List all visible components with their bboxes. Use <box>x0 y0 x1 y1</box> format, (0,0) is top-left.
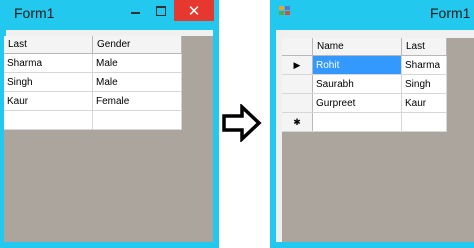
grid-cell[interactable] <box>4 110 93 130</box>
column-header-gender[interactable]: Gender <box>92 36 182 54</box>
form-client-area: Last Gender Sharma Male Singh Male Kaur … <box>4 30 213 242</box>
close-icon[interactable]: ✕ <box>174 0 214 21</box>
form-app-icon <box>279 6 291 16</box>
grid-cell[interactable]: Sharma <box>401 55 447 75</box>
header-row: Last Gender <box>4 36 182 54</box>
right-arrow-icon <box>222 104 262 142</box>
grid-cell[interactable] <box>92 110 182 130</box>
window-title: Form1 <box>430 5 471 21</box>
grid-cell[interactable] <box>401 112 447 132</box>
title-bar[interactable]: Form1 ✕ <box>0 0 219 26</box>
table-row[interactable]: ▶ Rohit Sharma <box>282 55 447 75</box>
table-row[interactable]: Kaur Female <box>4 91 182 111</box>
new-row[interactable]: ✱ <box>282 112 447 132</box>
grid-cell[interactable]: Male <box>92 53 182 73</box>
grid-cell-selected[interactable]: Rohit <box>312 55 402 75</box>
grid-cell[interactable]: Male <box>92 72 182 92</box>
row-header-corner <box>282 38 313 56</box>
grid-cell[interactable]: Kaur <box>4 91 93 111</box>
data-grid-view[interactable]: Name Last ▶ Rohit Sharma Saurabh Singh G… <box>282 38 474 242</box>
grid-cell[interactable]: Saurabh <box>312 74 402 94</box>
grid-cell[interactable]: Kaur <box>401 93 447 113</box>
left-form-window: Form1 ✕ Last Gender Sharma Male Singh Ma… <box>0 0 219 248</box>
row-header[interactable] <box>282 93 313 113</box>
title-bar[interactable]: Form1 <box>270 0 474 26</box>
column-header-last[interactable]: Last <box>4 36 93 54</box>
new-row-icon[interactable]: ✱ <box>282 112 313 132</box>
new-row[interactable] <box>4 110 182 130</box>
header-row: Name Last <box>282 38 447 56</box>
data-grid-table: Last Gender Sharma Male Singh Male Kaur … <box>4 36 182 130</box>
row-header[interactable] <box>282 74 313 94</box>
grid-cell[interactable]: Gurpreet <box>312 93 402 113</box>
data-grid-table: Name Last ▶ Rohit Sharma Saurabh Singh G… <box>282 38 447 132</box>
data-grid-view[interactable]: Last Gender Sharma Male Singh Male Kaur … <box>4 36 213 242</box>
column-header-last[interactable]: Last <box>401 38 447 56</box>
form-client-area: Name Last ▶ Rohit Sharma Saurabh Singh G… <box>276 30 474 242</box>
table-row[interactable]: Gurpreet Kaur <box>282 93 447 113</box>
maximize-icon[interactable] <box>148 0 174 22</box>
column-header-name[interactable]: Name <box>312 38 402 56</box>
current-row-icon[interactable]: ▶ <box>282 55 313 75</box>
right-form-window: Form1 Name Last ▶ Rohit Sharma Saurabh S… <box>270 0 474 248</box>
grid-cell[interactable]: Sharma <box>4 53 93 73</box>
table-row[interactable]: Sharma Male <box>4 53 182 73</box>
window-title: Form1 <box>14 5 55 21</box>
table-row[interactable]: Saurabh Singh <box>282 74 447 94</box>
grid-cell[interactable]: Singh <box>401 74 447 94</box>
table-row[interactable]: Singh Male <box>4 72 182 92</box>
minimize-icon[interactable] <box>120 0 150 22</box>
grid-cell[interactable]: Singh <box>4 72 93 92</box>
grid-cell[interactable] <box>312 112 402 132</box>
grid-cell[interactable]: Female <box>92 91 182 111</box>
